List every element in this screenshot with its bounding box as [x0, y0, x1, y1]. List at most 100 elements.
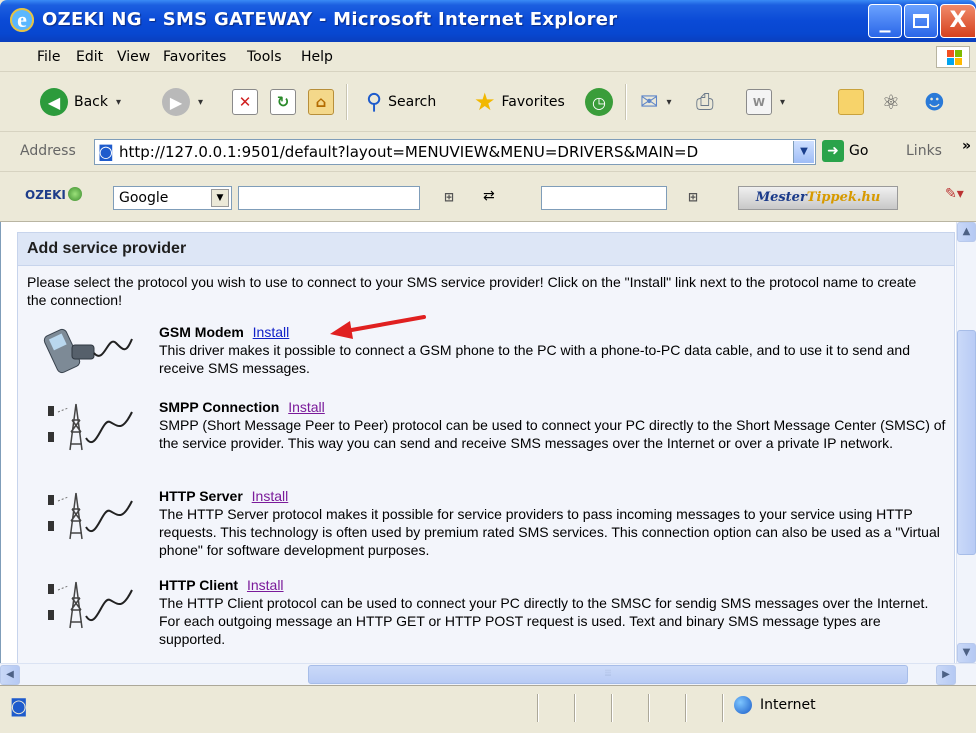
scroll-right-icon[interactable]: ▶: [936, 665, 956, 685]
protocol-description: The HTTP Server protocol makes it possib…: [159, 506, 940, 558]
go-button[interactable]: ➜ Go: [822, 140, 868, 162]
status-divider: [722, 694, 724, 722]
intro-text: Please select the protocol you wish to u…: [27, 274, 917, 308]
horizontal-scroll-thumb[interactable]: ⦙⦙⦙: [308, 665, 908, 684]
menu-view[interactable]: View: [117, 49, 150, 65]
contacts-button[interactable]: ☻: [924, 72, 945, 132]
search-input[interactable]: [238, 186, 420, 210]
back-dropdown-icon[interactable]: ▾: [116, 97, 121, 108]
history-clock-icon: ◷: [585, 88, 613, 116]
chevron-right-icon[interactable]: »: [962, 138, 971, 154]
install-link[interactable]: Install: [288, 399, 325, 415]
menu-tools[interactable]: Tools: [247, 49, 282, 65]
search-go-icon[interactable]: ⊞: [444, 190, 454, 204]
forward-button[interactable]: ▶ ▾: [162, 72, 203, 132]
security-zone[interactable]: Internet: [734, 696, 816, 714]
toolbar-options-icon[interactable]: ✎▾: [945, 186, 964, 202]
vertical-scrollbar[interactable]: ▲ ▼: [956, 222, 976, 663]
menu-edit[interactable]: Edit: [76, 49, 103, 65]
forward-dropdown-icon[interactable]: ▾: [198, 97, 203, 108]
browser-viewport: Add service provider Please select the p…: [0, 222, 976, 663]
go-arrow-icon: ➜: [822, 140, 844, 162]
address-dropdown-icon[interactable]: ▼: [793, 141, 814, 163]
page-done-icon: ◙: [10, 696, 28, 717]
annotation-arrow-icon: [330, 315, 426, 339]
favorites-button[interactable]: ★ Favorites: [474, 72, 565, 132]
protocol-name: HTTP Server: [159, 488, 243, 504]
address-label: Address: [20, 143, 76, 159]
install-link[interactable]: Install: [252, 488, 289, 504]
status-divider: [685, 694, 687, 722]
minimize-button[interactable]: _: [868, 4, 902, 38]
edit-button[interactable]: W ▾: [746, 72, 785, 132]
install-link[interactable]: Install: [253, 324, 290, 340]
home-button[interactable]: ⌂: [308, 72, 334, 132]
window-title: OZEKI NG - SMS GATEWAY - Microsoft Inter…: [42, 9, 618, 30]
mail-icon: ✉: [640, 89, 659, 115]
standard-toolbar: ◀ Back ▾ ▶ ▾ ✕ ↻ ⌂ ⚲ Search ★ Favorites …: [0, 72, 976, 132]
ozeki-logo: OZEKI: [25, 187, 82, 202]
translate-go-icon[interactable]: ⊞: [688, 190, 698, 204]
status-bar: ◙ Internet: [0, 685, 976, 733]
messenger-button[interactable]: [838, 72, 864, 132]
maximize-button[interactable]: [904, 4, 938, 38]
internet-globe-icon: [734, 696, 752, 714]
search-button[interactable]: ⚲ Search: [366, 72, 436, 132]
go-label: Go: [849, 143, 869, 159]
mestertippek-logo[interactable]: MesterTippek.hu: [738, 186, 898, 210]
address-bar: Address ◙ ▼ ➜ Go Links »: [0, 132, 976, 172]
status-divider: [648, 694, 650, 722]
refresh-button[interactable]: ↻: [270, 72, 296, 132]
people-icon: ☻: [924, 90, 945, 114]
horizontal-scrollbar[interactable]: ◀ ⦙⦙⦙ ▶: [0, 663, 976, 685]
mail-button[interactable]: ✉ ▾: [640, 72, 671, 132]
stop-button[interactable]: ✕: [232, 72, 258, 132]
menu-file[interactable]: File: [37, 49, 60, 65]
address-input[interactable]: [119, 141, 789, 163]
vertical-scroll-thumb[interactable]: [957, 330, 976, 555]
scroll-up-icon[interactable]: ▲: [957, 222, 976, 242]
links-toolbar[interactable]: Links: [906, 143, 942, 159]
scroll-down-icon[interactable]: ▼: [957, 643, 976, 663]
menu-favorites[interactable]: Favorites: [163, 49, 226, 65]
edit-dropdown-icon[interactable]: ▾: [780, 97, 785, 108]
page-title: Add service provider: [27, 240, 187, 257]
google-toolbar: OZEKI Google ▼ ⊞ ⇄ ⊞ MesterTippek.hu ✎▾: [0, 172, 976, 222]
magnifier-icon: ⚲: [366, 89, 383, 115]
protocol-name: SMPP Connection: [159, 399, 280, 415]
word-edit-icon: W: [746, 89, 772, 115]
stop-icon: ✕: [232, 89, 258, 115]
antenna-tower-icon: [48, 403, 133, 451]
mail-dropdown-icon[interactable]: ▾: [666, 97, 671, 108]
status-divider: [537, 694, 539, 722]
translate-flag-icon[interactable]: ⇄: [483, 188, 495, 204]
scroll-left-icon[interactable]: ◀: [0, 665, 20, 685]
maximize-icon: [913, 14, 929, 28]
research-button[interactable]: ⚛: [882, 72, 900, 132]
globe-icon: [67, 187, 82, 201]
forward-arrow-icon: ▶: [162, 88, 190, 116]
search-engine-select[interactable]: Google ▼: [113, 186, 232, 210]
star-icon: ★: [474, 88, 496, 116]
print-button[interactable]: ⎙: [696, 72, 714, 132]
panel-header: Add service provider: [18, 233, 954, 266]
back-button[interactable]: ◀ Back ▾: [40, 72, 121, 132]
menu-help[interactable]: Help: [301, 49, 333, 65]
install-link[interactable]: Install: [247, 577, 284, 593]
service-provider-panel: Add service provider Please select the p…: [17, 232, 955, 663]
antenna-tower-icon: [48, 492, 133, 540]
antenna-tower-icon: [48, 581, 133, 629]
favorites-label: Favorites: [501, 94, 565, 110]
ie-logo-icon: e: [10, 8, 34, 32]
phone-cable-icon: [43, 328, 133, 374]
search-label: Search: [388, 94, 437, 110]
translate-input[interactable]: [541, 186, 667, 210]
search-engine-value: Google: [119, 190, 169, 206]
folder-icon: [838, 89, 864, 115]
refresh-icon: ↻: [270, 89, 296, 115]
close-button[interactable]: X: [940, 4, 976, 38]
history-button[interactable]: ◷: [585, 72, 613, 132]
page-icon: ◙: [98, 142, 114, 161]
address-field[interactable]: ◙ ▼: [94, 139, 816, 165]
chevron-down-icon: ▼: [211, 189, 229, 207]
